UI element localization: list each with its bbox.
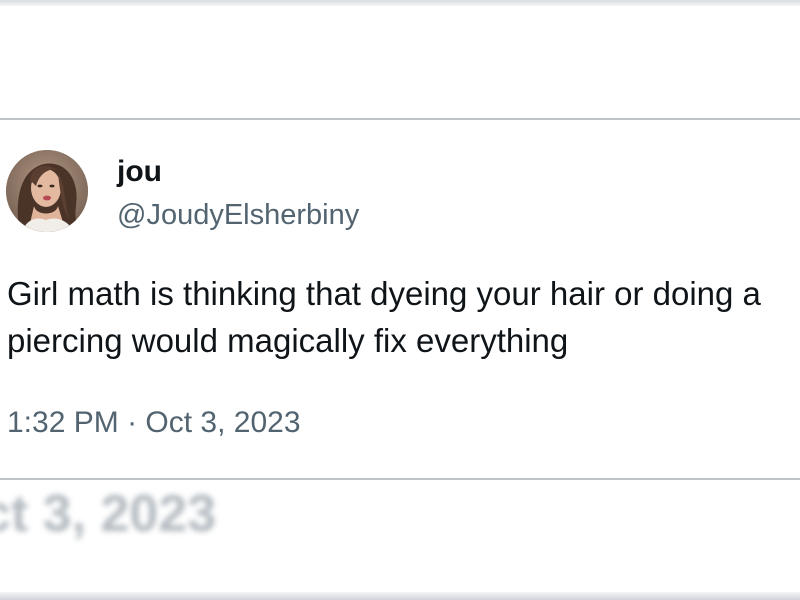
screenshot-page: jou @JoudyElsherbiny Girl math is thinki… bbox=[0, 0, 800, 600]
avatar-image bbox=[6, 150, 88, 232]
top-edge-shadow bbox=[0, 0, 800, 6]
user-handle[interactable]: @JoudyElsherbiny bbox=[117, 197, 359, 233]
tweet-card[interactable]: jou @JoudyElsherbiny Girl math is thinki… bbox=[0, 120, 800, 478]
tweet-bottom-divider bbox=[0, 478, 800, 480]
timestamp-separator: · bbox=[127, 406, 138, 439]
avatar[interactable] bbox=[6, 150, 88, 232]
tweet-text: Girl math is thinking that dyeing your h… bbox=[7, 270, 800, 364]
tweet-timestamp[interactable]: 1:32 PM · Oct 3, 2023 bbox=[7, 405, 301, 441]
blurred-date-echo: ct 3, 2023 bbox=[0, 485, 217, 543]
tweet-text-line-1: Girl math is thinking that dyeing your h… bbox=[7, 275, 761, 312]
tweet-time: 1:32 PM bbox=[7, 406, 119, 439]
tweet-text-line-2: piercing would magically fix everything bbox=[7, 322, 569, 359]
bottom-edge-shadow bbox=[0, 592, 800, 600]
tweet-date: Oct 3, 2023 bbox=[145, 406, 301, 439]
display-name[interactable]: jou bbox=[117, 154, 162, 190]
